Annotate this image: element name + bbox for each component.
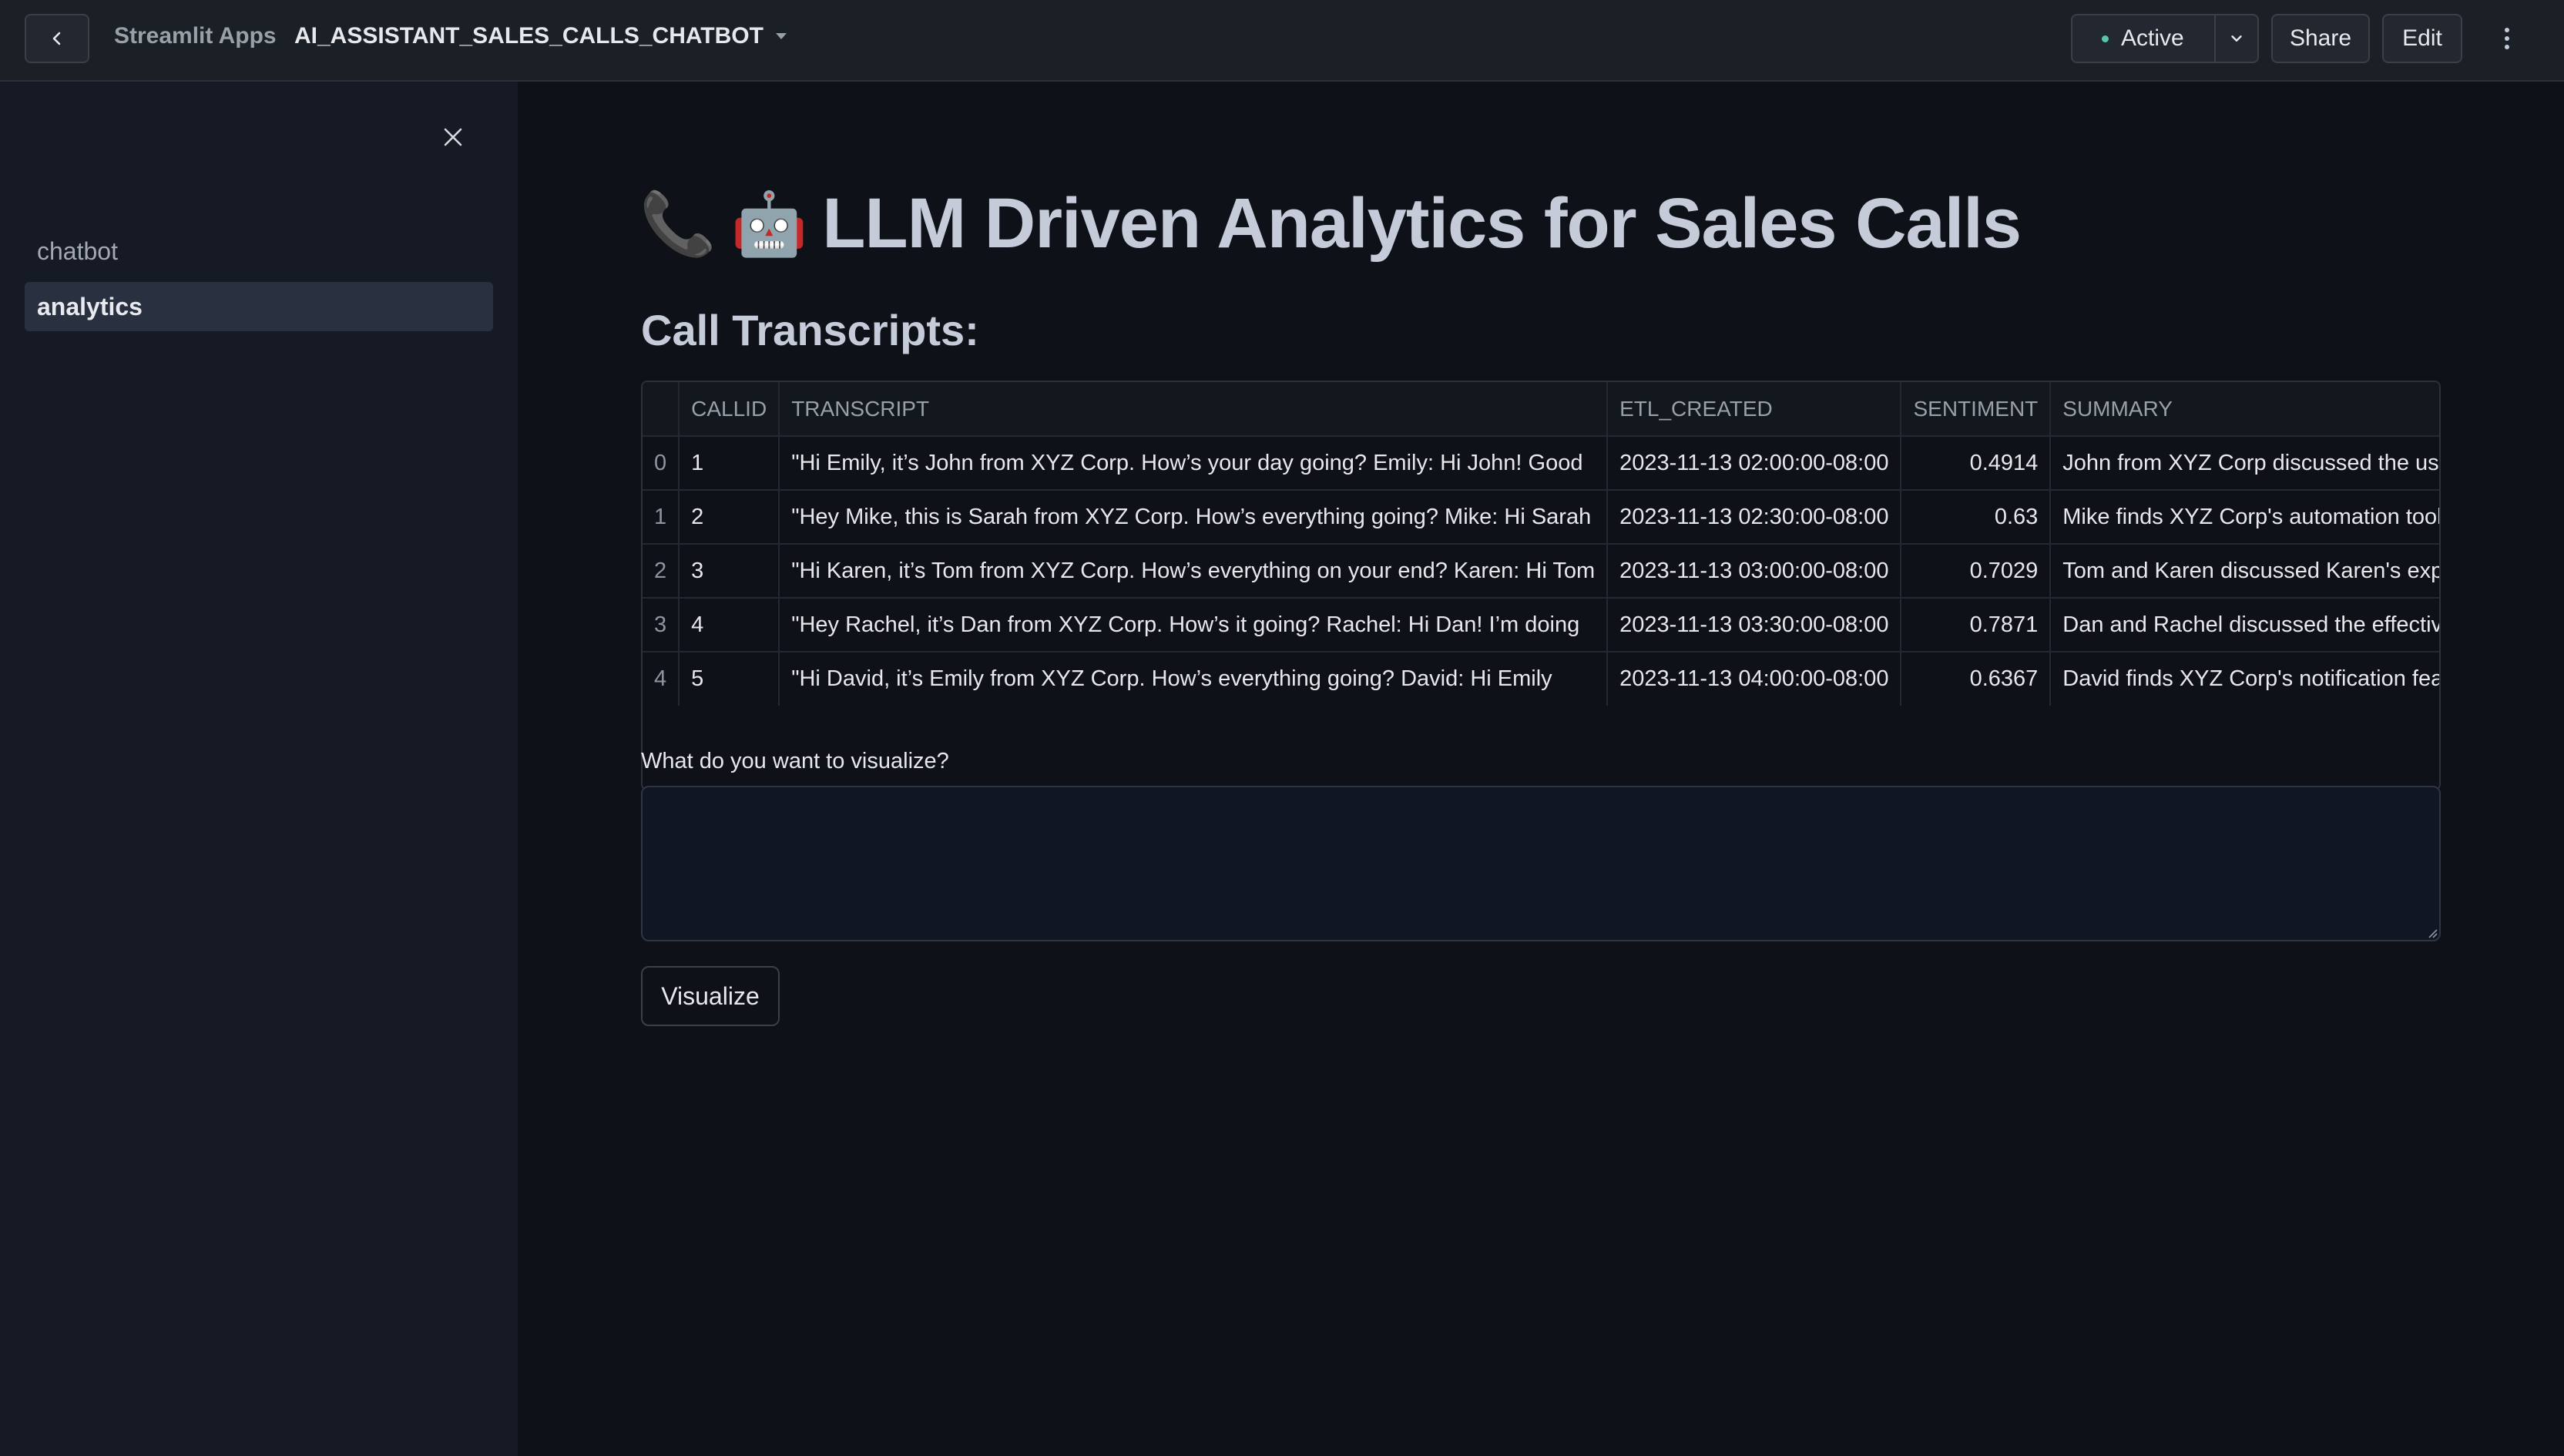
cell-transcript[interactable]: "Hi Emily, it’s John from XYZ Corp. How’… — [779, 436, 1609, 491]
column-header-summary[interactable]: SUMMARY — [2050, 382, 2439, 437]
cell-transcript[interactable]: "Hey Rachel, it’s Dan from XYZ Corp. How… — [779, 598, 1609, 653]
chevron-left-icon — [52, 32, 61, 45]
table-row: 4 5 "Hi David, it’s Emily from XYZ Corp.… — [643, 652, 2439, 706]
cell-etl-created[interactable]: 2023-11-13 02:00:00-08:00 — [1607, 436, 1902, 491]
visualize-prompt-label: What do you want to visualize? — [641, 749, 949, 773]
sidebar: chatbot analytics — [0, 82, 518, 1456]
table-header-row: CALLID TRANSCRIPT ETL_CREATED SENTIMENT … — [643, 382, 2439, 437]
transcripts-table[interactable]: CALLID TRANSCRIPT ETL_CREATED SENTIMENT … — [641, 381, 2441, 790]
table-row: 0 1 "Hi Emily, it’s John from XYZ Corp. … — [643, 436, 2439, 491]
chevron-down-icon — [2231, 35, 2242, 42]
table-row: 1 2 "Hey Mike, this is Sarah from XYZ Co… — [643, 490, 2439, 545]
sidebar-item-analytics[interactable]: analytics — [25, 282, 493, 331]
share-button[interactable]: Share — [2271, 14, 2370, 63]
cell-sentiment[interactable]: 0.7029 — [1901, 544, 2052, 599]
cell-summary[interactable]: Tom and Karen discussed Karen's experien… — [2050, 544, 2439, 599]
cell-sentiment[interactable]: 0.7871 — [1901, 598, 2052, 653]
column-header-etl-created[interactable]: ETL_CREATED — [1607, 382, 1902, 437]
status-button[interactable]: Active — [2072, 15, 2214, 62]
column-header-sentiment[interactable]: SENTIMENT — [1901, 382, 2052, 437]
row-index[interactable]: 2 — [643, 544, 680, 599]
cell-callid[interactable]: 5 — [679, 652, 780, 706]
visualize-prompt-input[interactable] — [641, 786, 2441, 941]
breadcrumb-streamlit-apps[interactable]: Streamlit Apps — [114, 23, 277, 49]
status-dropdown-button[interactable] — [2214, 15, 2257, 62]
app-selector[interactable]: AI_ASSISTANT_SALES_CALLS_CHATBOT — [294, 23, 788, 49]
telephone-icon: 📞 — [639, 189, 717, 258]
close-icon — [444, 128, 462, 146]
section-title: Call Transcripts: — [641, 306, 979, 354]
cell-etl-created[interactable]: 2023-11-13 03:30:00-08:00 — [1607, 598, 1902, 653]
sidebar-close-button[interactable] — [436, 120, 470, 154]
edit-button[interactable]: Edit — [2382, 14, 2462, 63]
top-bar: Streamlit Apps AI_ASSISTANT_SALES_CALLS_… — [0, 0, 2564, 82]
cell-sentiment[interactable]: 0.4914 — [1901, 436, 2052, 491]
cell-callid[interactable]: 1 — [679, 436, 780, 491]
app-name: AI_ASSISTANT_SALES_CALLS_CHATBOT — [294, 23, 763, 49]
cell-transcript[interactable]: "Hi Karen, it’s Tom from XYZ Corp. How’s… — [779, 544, 1609, 599]
cell-etl-created[interactable]: 2023-11-13 04:00:00-08:00 — [1607, 652, 1902, 706]
cell-sentiment[interactable]: 0.6367 — [1901, 652, 2052, 706]
page-title: 📞 🤖 LLM Driven Analytics for Sales Calls — [639, 183, 2022, 264]
table-row: 2 3 "Hi Karen, it’s Tom from XYZ Corp. H… — [643, 544, 2439, 599]
row-index[interactable]: 0 — [643, 436, 680, 491]
kebab-vertical-icon — [2505, 28, 2509, 49]
cell-sentiment[interactable]: 0.63 — [1901, 490, 2052, 545]
main-content: 📞 🤖 LLM Driven Analytics for Sales Calls… — [518, 82, 2564, 1456]
cell-summary[interactable]: Mike finds XYZ Corp's automation tools — [2050, 490, 2439, 545]
cell-transcript[interactable]: "Hi David, it’s Emily from XYZ Corp. How… — [779, 652, 1609, 706]
status-label: Active — [2121, 25, 2184, 51]
cell-callid[interactable]: 4 — [679, 598, 780, 653]
cell-callid[interactable]: 3 — [679, 544, 780, 599]
more-options-button[interactable] — [2490, 22, 2524, 55]
cell-transcript[interactable]: "Hey Mike, this is Sarah from XYZ Corp. … — [779, 490, 1609, 545]
sidebar-item-chatbot[interactable]: chatbot — [25, 226, 493, 276]
robot-icon: 🤖 — [730, 189, 808, 258]
status-control: Active — [2071, 14, 2259, 63]
caret-down-icon — [775, 33, 787, 39]
row-index[interactable]: 1 — [643, 490, 680, 545]
visualize-button[interactable]: Visualize — [641, 966, 780, 1026]
cell-summary[interactable]: John from XYZ Corp discussed the use — [2050, 436, 2439, 491]
cell-callid[interactable]: 2 — [679, 490, 780, 545]
back-button[interactable] — [25, 14, 89, 63]
column-header-transcript[interactable]: TRANSCRIPT — [779, 382, 1609, 437]
cell-summary[interactable]: Dan and Rachel discussed the effectivene… — [2050, 598, 2439, 653]
table-row: 3 4 "Hey Rachel, it’s Dan from XYZ Corp.… — [643, 598, 2439, 653]
resize-handle-icon[interactable] — [2427, 928, 2438, 938]
cell-etl-created[interactable]: 2023-11-13 03:00:00-08:00 — [1607, 544, 1902, 599]
page-title-text: LLM Driven Analytics for Sales Calls — [822, 184, 2022, 263]
row-index[interactable]: 3 — [643, 598, 680, 653]
cell-summary[interactable]: David finds XYZ Corp's notification feat… — [2050, 652, 2439, 706]
column-header-index[interactable] — [643, 382, 680, 437]
column-header-callid[interactable]: CALLID — [679, 382, 780, 437]
cell-etl-created[interactable]: 2023-11-13 02:30:00-08:00 — [1607, 490, 1902, 545]
row-index[interactable]: 4 — [643, 652, 680, 706]
status-dot-icon — [2102, 35, 2109, 42]
